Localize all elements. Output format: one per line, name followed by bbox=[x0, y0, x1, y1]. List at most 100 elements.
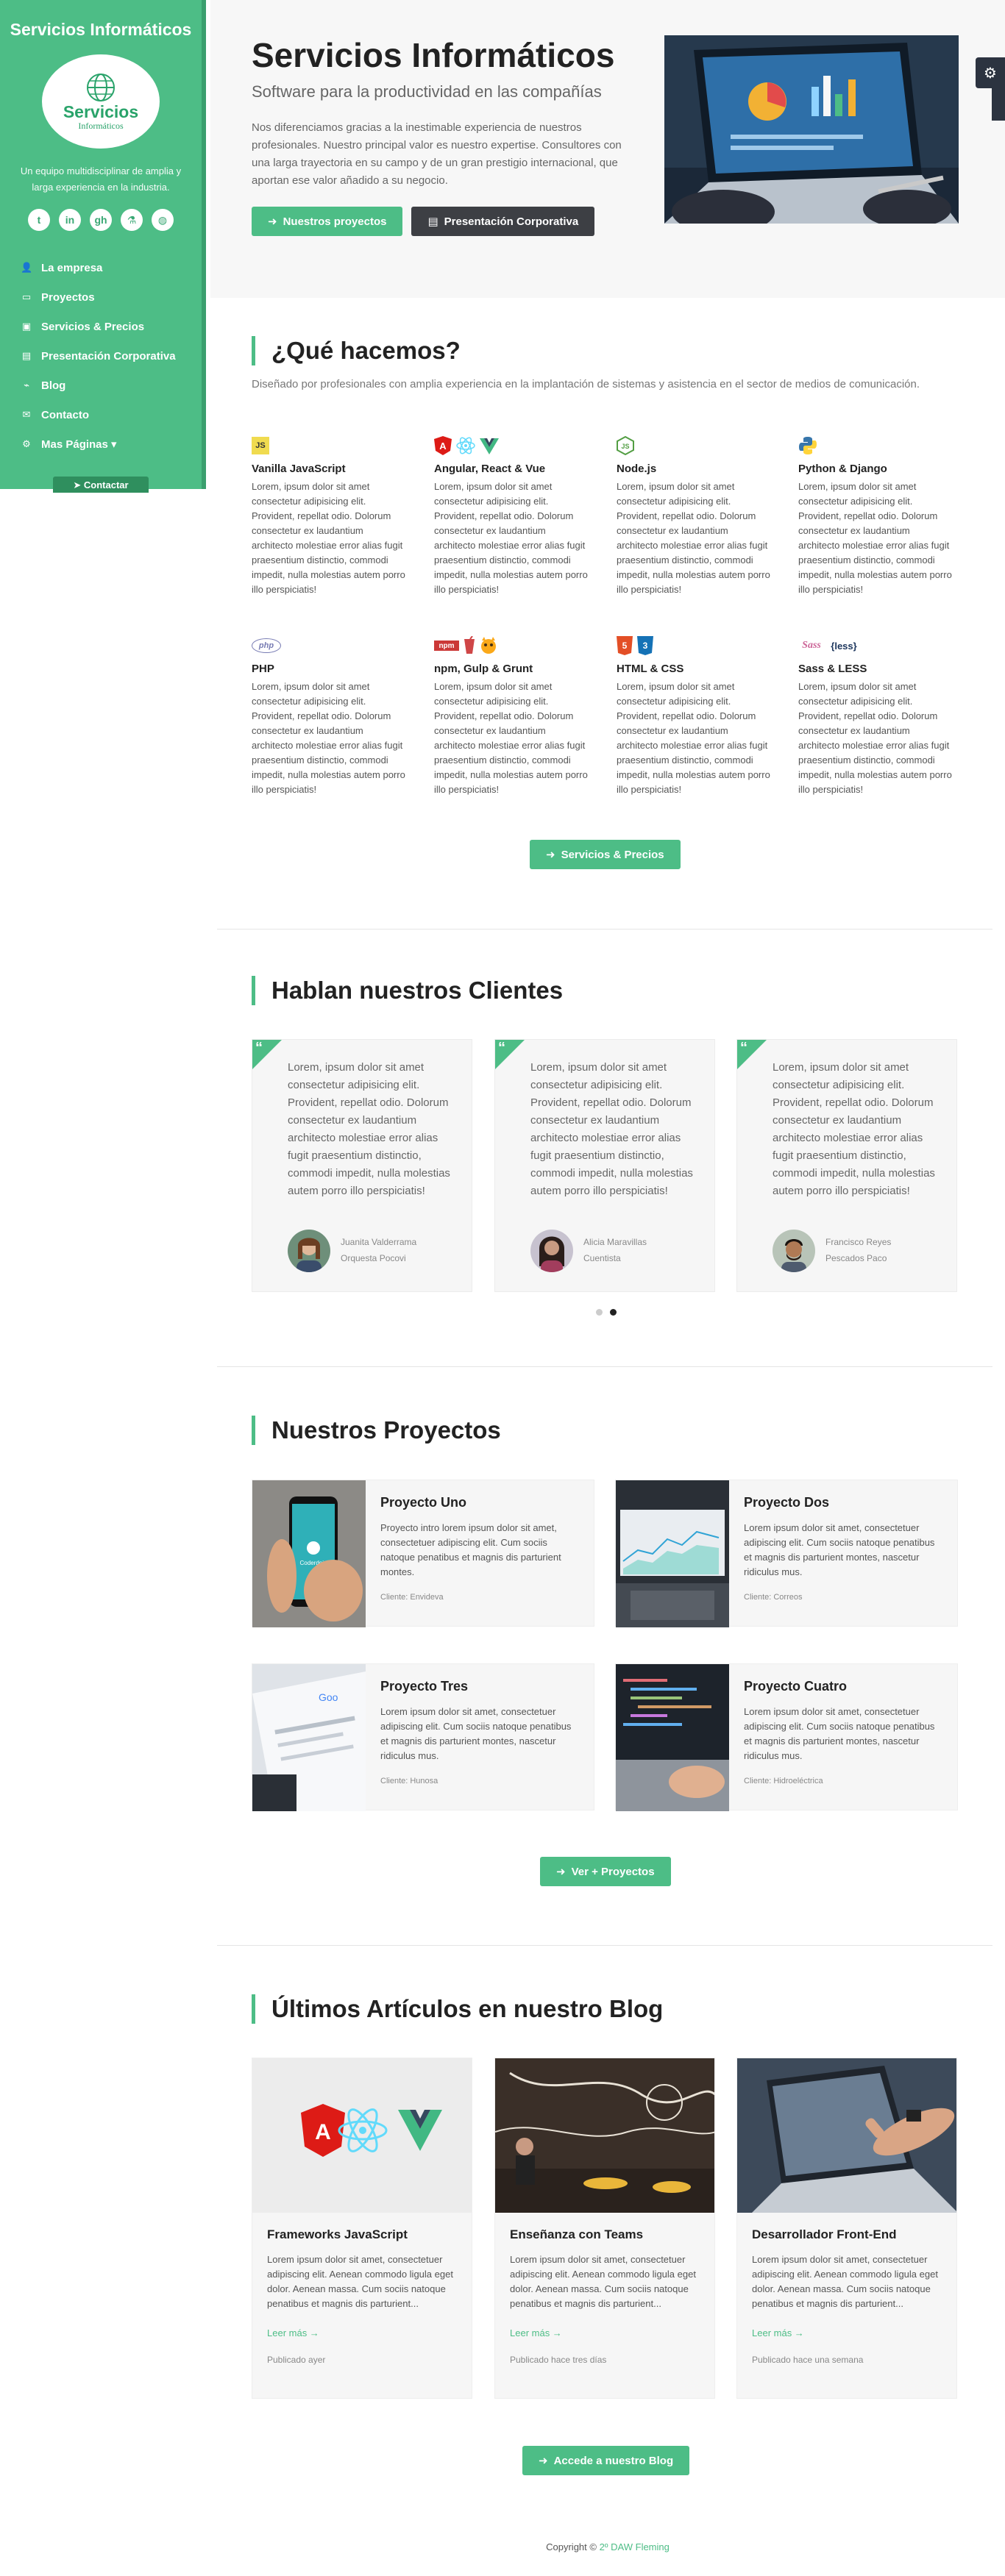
projects-button[interactable]: ➜ Nuestros proyectos bbox=[252, 207, 403, 236]
carousel-dot[interactable] bbox=[596, 1309, 603, 1316]
project-card[interactable]: Goo Proyecto Tres Lorem ipsum dolor sit a… bbox=[252, 1663, 594, 1811]
published-date: Publicado hace una semana bbox=[752, 2355, 864, 2365]
section-divider bbox=[217, 1945, 992, 1946]
blog-card[interactable]: Enseñanza con Teams Lorem ipsum dolor sit… bbox=[494, 2058, 715, 2399]
sidebar: Servicios Informáticos Servicios Informá… bbox=[0, 0, 206, 489]
client-name: Juanita Valderrama bbox=[341, 1237, 417, 1247]
angular-icon: A bbox=[434, 436, 452, 455]
service-text: Lorem, ipsum dolor sit amet consectetur … bbox=[798, 681, 952, 795]
nav-item-servicios[interactable]: ▣ Servicios & Precios bbox=[21, 312, 202, 341]
project-text: Lorem ipsum dolor sit amet, consectetuer… bbox=[744, 1522, 935, 1577]
project-text: Lorem ipsum dolor sit amet, consectetuer… bbox=[380, 1706, 572, 1761]
sass-icon: Sass bbox=[802, 640, 821, 651]
testimonials-title: Hablan nuestros Clientes bbox=[252, 976, 563, 1005]
php-icon: php bbox=[252, 638, 281, 653]
service-card: npm npm, Gulp & Grunt Lorem, ipsum dolor… bbox=[434, 636, 589, 797]
nav-item-proyectos[interactable]: ▭ Proyectos bbox=[21, 282, 202, 312]
client-name: Francisco Reyes bbox=[825, 1237, 892, 1247]
nav-label: Presentación Corporativa bbox=[41, 349, 176, 363]
project-card[interactable]: Proyecto Cuatro Lorem ipsum dolor sit ame… bbox=[615, 1663, 958, 1811]
project-client: Cliente: Correos bbox=[744, 1593, 803, 1602]
project-name: Proyecto Uno bbox=[380, 1495, 467, 1510]
arrow-circle-icon: ➜ bbox=[268, 215, 277, 228]
blog-post-title[interactable]: Desarrollador Front-End bbox=[752, 2227, 942, 2242]
project-text: Lorem ipsum dolor sit amet, consectetuer… bbox=[744, 1706, 935, 1761]
blog-button-label: Accede a nuestro Blog bbox=[553, 2454, 674, 2467]
logo[interactable]: Servicios Informáticos bbox=[42, 54, 160, 149]
project-image-analytics bbox=[616, 1480, 729, 1627]
project-card[interactable]: Proyecto Dos Lorem ipsum dolor sit amet, … bbox=[615, 1480, 958, 1627]
blog-post-title[interactable]: Frameworks JavaScript bbox=[267, 2227, 457, 2242]
settings-gear-icon[interactable]: ⚙ bbox=[976, 57, 1005, 88]
section-divider bbox=[217, 929, 992, 930]
more-projects-button[interactable]: ➜ Ver + Proyectos bbox=[540, 1857, 671, 1886]
more-projects-button-label: Ver + Proyectos bbox=[571, 1865, 655, 1878]
nav-label: La empresa bbox=[41, 261, 103, 274]
cogs-icon: ⚙ bbox=[22, 438, 31, 449]
service-card: JS Vanilla JavaScript Lorem, ipsum dolor… bbox=[252, 436, 406, 597]
html5-icon: 5 bbox=[617, 636, 633, 655]
footer-credit-link[interactable]: 2º DAW Fleming bbox=[600, 2541, 670, 2552]
quote-icon: “ bbox=[740, 1040, 747, 1056]
project-client: Cliente: Hunosa bbox=[380, 1777, 438, 1785]
blog-post-excerpt: Lorem ipsum dolor sit amet, consectetuer… bbox=[267, 2254, 453, 2309]
logo-text-main: Servicios bbox=[63, 101, 139, 121]
nav-item-contacto[interactable]: ✉ Contacto bbox=[21, 400, 202, 429]
hero-title: Servicios Informáticos bbox=[252, 36, 615, 74]
python-icon bbox=[799, 437, 817, 454]
client-company: Pescados Paco bbox=[825, 1253, 887, 1263]
svg-text:A: A bbox=[315, 2120, 331, 2144]
hero-text: Nos diferenciamos gracias a la inestimab… bbox=[252, 121, 622, 187]
user-icon: 👤 bbox=[21, 262, 33, 273]
sidebar-nav: 👤 La empresa ▭ Proyectos ▣ Servicios & Prec… bbox=[0, 253, 202, 459]
vue-icon bbox=[480, 438, 499, 454]
service-name: Angular, React & Vue bbox=[434, 463, 546, 475]
blog-card[interactable]: Desarrollador Front-End Lorem ipsum dolor… bbox=[736, 2058, 957, 2399]
services-button[interactable]: ➜ Servicios & Precios bbox=[530, 840, 681, 869]
linkedin-icon[interactable]: in bbox=[59, 209, 81, 231]
read-more-link[interactable]: Leer más → bbox=[510, 2327, 700, 2338]
contact-button[interactable]: ➤ Contactar bbox=[53, 477, 149, 493]
javascript-icon: JS bbox=[252, 437, 269, 454]
monitor-icon: ▭ bbox=[21, 291, 32, 302]
nav-item-presentacion[interactable]: ▤ Presentación Corporativa bbox=[21, 341, 202, 371]
blog-card[interactable]: A Frameworks JavaScript Lorem ipsum dolor… bbox=[252, 2058, 472, 2399]
nav-item-mas-paginas[interactable]: ⚙ Mas Páginas ▾ bbox=[21, 429, 202, 459]
grunt-icon bbox=[481, 637, 496, 654]
globe-logo-icon bbox=[87, 73, 115, 101]
service-text: Lorem, ipsum dolor sit amet consectetur … bbox=[617, 481, 770, 595]
read-more-link[interactable]: Leer más → bbox=[752, 2327, 942, 2338]
service-name: Vanilla JavaScript bbox=[252, 463, 346, 475]
read-more-link[interactable]: Leer más → bbox=[267, 2327, 457, 2338]
carousel-dot-active[interactable] bbox=[610, 1309, 617, 1316]
presentation-button[interactable]: ▤ Presentación Corporativa bbox=[411, 207, 595, 236]
testimonial-card: “ Lorem, ipsum dolor sit amet consectetu… bbox=[736, 1039, 957, 1292]
nav-label: Contacto bbox=[41, 408, 89, 421]
svg-text:A: A bbox=[439, 440, 447, 452]
file-icon: ▤ bbox=[427, 215, 438, 228]
service-text: Lorem, ipsum dolor sit amet consectetur … bbox=[252, 481, 405, 595]
blog-image-teams bbox=[495, 2058, 714, 2213]
contact-button-label: Contactar bbox=[83, 479, 129, 490]
nav-item-empresa[interactable]: 👤 La empresa bbox=[21, 253, 202, 282]
project-card[interactable]: Coderdojo Proyecto Uno Proyecto intro lor… bbox=[252, 1480, 594, 1627]
service-name: npm, Gulp & Grunt bbox=[434, 663, 533, 675]
service-card: A Angular, React & Vue Lorem, ipsum dolo… bbox=[434, 436, 589, 597]
site-title[interactable]: Servicios Informáticos bbox=[0, 0, 202, 40]
twitter-icon[interactable]: t bbox=[28, 209, 50, 231]
nav-label: Proyectos bbox=[41, 290, 95, 304]
service-card: php PHP Lorem, ipsum dolor sit amet cons… bbox=[252, 636, 406, 797]
project-name: Proyecto Tres bbox=[380, 1679, 469, 1694]
react-icon bbox=[456, 437, 475, 454]
client-name: Alicia Maravillas bbox=[583, 1237, 647, 1247]
arrow-circle-icon: ➜ bbox=[556, 1866, 566, 1878]
presentation-button-label: Presentación Corporativa bbox=[444, 215, 579, 228]
blog-button[interactable]: ➜ Accede a nuestro Blog bbox=[522, 2446, 690, 2475]
nav-item-blog[interactable]: ⌁ Blog bbox=[21, 371, 202, 400]
globe-icon[interactable]: ◍ bbox=[152, 209, 174, 231]
project-image-phone: Coderdojo bbox=[252, 1480, 366, 1627]
flask-icon[interactable]: ⚗ bbox=[121, 209, 143, 231]
gulp-icon bbox=[464, 636, 475, 654]
blog-post-title[interactable]: Enseñanza con Teams bbox=[510, 2227, 700, 2242]
github-icon[interactable]: gh bbox=[90, 209, 112, 231]
